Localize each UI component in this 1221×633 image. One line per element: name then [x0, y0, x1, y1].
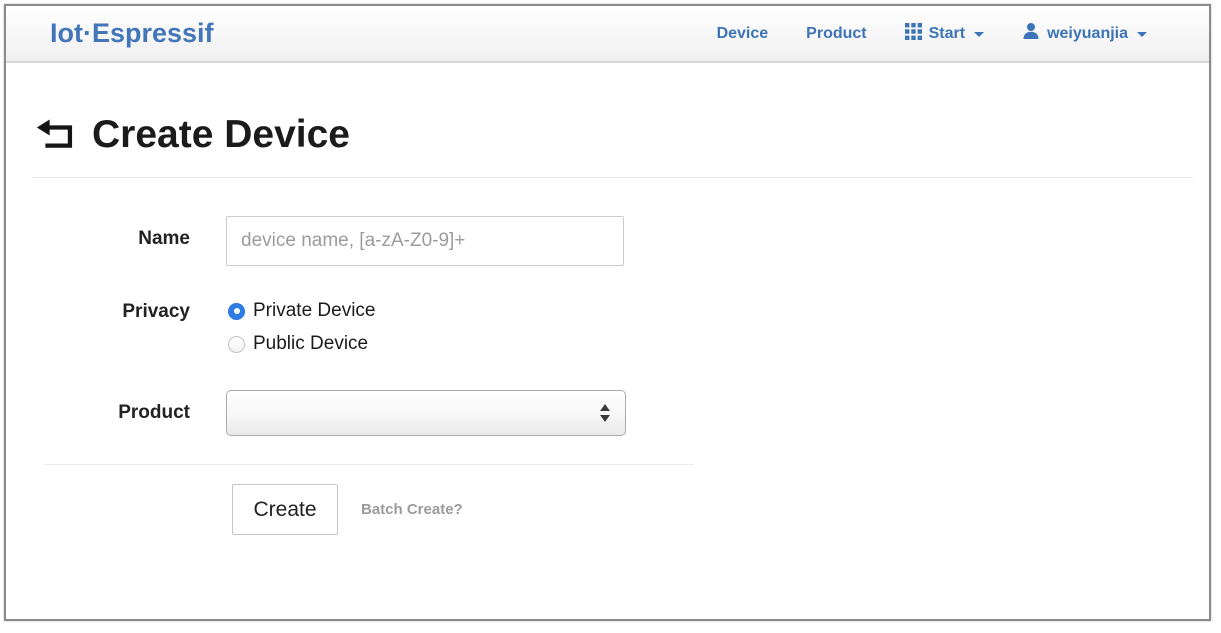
back-arrow-icon[interactable]	[34, 119, 76, 151]
page-title: Create Device	[92, 113, 350, 157]
device-name-input[interactable]	[226, 216, 624, 266]
nav-item-user-dropdown[interactable]: weiyuanjia	[1022, 22, 1147, 45]
main-content: Create Device Name Privacy Private Devic…	[6, 63, 1209, 535]
create-button[interactable]: Create	[232, 484, 338, 535]
batch-create-link[interactable]: Batch Create?	[361, 501, 463, 518]
radio-option-private-device[interactable]: Private Device	[228, 298, 376, 324]
name-field-row: Name	[6, 216, 1209, 266]
brand-logo[interactable]: Iot·Espressif	[50, 18, 214, 49]
navbar: Iot·Espressif Device Product	[6, 6, 1209, 63]
radio-button-private[interactable]	[228, 303, 245, 320]
user-icon	[1022, 22, 1040, 45]
product-label: Product	[6, 390, 190, 436]
select-arrows-icon	[600, 404, 610, 422]
nav-item-start-label: Start	[929, 25, 965, 43]
navbar-links: Device Product Start	[717, 22, 1147, 45]
nav-item-device[interactable]: Device	[717, 25, 769, 43]
radio-label-private: Private Device	[253, 300, 376, 322]
radio-option-public-device[interactable]: Public Device	[228, 331, 376, 357]
privacy-field-row: Privacy Private Device Public Device	[6, 298, 1209, 364]
name-label: Name	[6, 216, 190, 266]
form-divider	[44, 464, 694, 465]
radio-label-public: Public Device	[253, 333, 368, 355]
privacy-label: Privacy	[6, 298, 190, 364]
nav-item-start-dropdown[interactable]: Start	[905, 23, 984, 45]
nav-item-product-label: Product	[806, 25, 866, 43]
create-device-form: Name Privacy Private Device Public Devic…	[6, 178, 1209, 535]
caret-down-icon	[1137, 32, 1147, 37]
page-header: Create Device	[6, 63, 1209, 157]
product-field-row: Product	[6, 390, 1209, 436]
grid-icon	[905, 23, 922, 45]
product-select[interactable]	[226, 390, 626, 436]
app-window: Iot·Espressif Device Product	[4, 4, 1211, 621]
nav-item-user-label: weiyuanjia	[1047, 25, 1128, 43]
nav-item-product[interactable]: Product	[806, 25, 866, 43]
form-actions: Create Batch Create?	[232, 484, 1209, 535]
nav-item-device-label: Device	[717, 25, 769, 43]
caret-down-icon	[974, 32, 984, 37]
radio-button-public[interactable]	[228, 336, 245, 353]
